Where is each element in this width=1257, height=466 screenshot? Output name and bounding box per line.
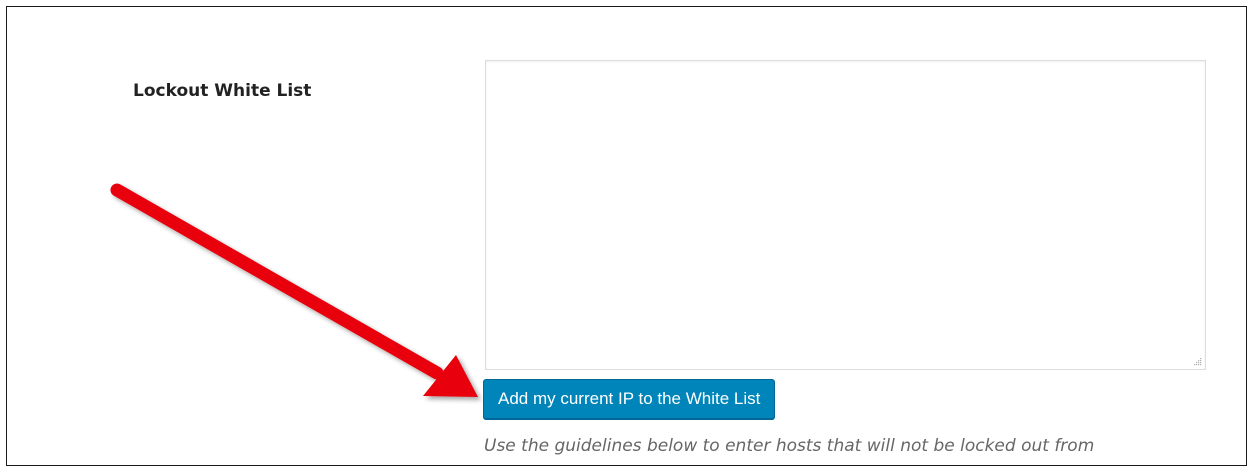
field-label: Lockout White List <box>133 81 312 101</box>
add-current-ip-button[interactable]: Add my current IP to the White List <box>483 379 776 419</box>
whitelist-textarea[interactable] <box>485 60 1206 370</box>
resize-grip-icon[interactable] <box>1193 357 1202 366</box>
settings-panel: Lockout White List Add my current IP to … <box>6 6 1247 466</box>
whitelist-description: Use the guidelines below to enter hosts … <box>484 436 1095 456</box>
